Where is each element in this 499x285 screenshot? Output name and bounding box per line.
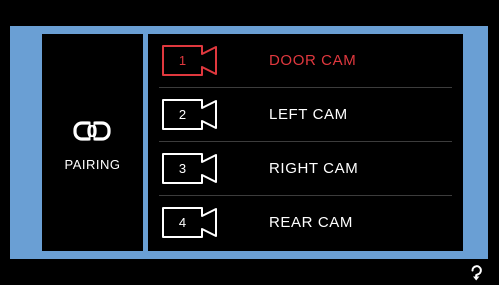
camera-row-left[interactable]: 2 LEFT CAM: [148, 88, 463, 142]
link-icon: [73, 120, 111, 142]
main-frame: PAIRING 1 DOOR CAM 2 LEFT CAM 3 RIGHT CA…: [10, 26, 488, 259]
bottom-bar: [10, 260, 488, 285]
camera-label: DOOR CAM: [269, 52, 357, 69]
top-bar: [10, 5, 488, 25]
camera-number: 3: [178, 161, 187, 176]
camera-number: 1: [178, 53, 187, 68]
camera-number: 2: [178, 107, 187, 122]
camera-label: REAR CAM: [269, 214, 353, 231]
camera-number: 4: [178, 215, 187, 230]
camera-row-right[interactable]: 3 RIGHT CAM: [148, 142, 463, 196]
camera-label: LEFT CAM: [269, 106, 348, 123]
camera-label: RIGHT CAM: [269, 160, 359, 177]
pairing-panel[interactable]: PAIRING: [42, 34, 143, 251]
camera-list: 1 DOOR CAM 2 LEFT CAM 3 RIGHT CAM 4 REAR…: [148, 34, 463, 251]
camera-row-door[interactable]: 1 DOOR CAM: [148, 34, 463, 88]
screen: PAIRING 1 DOOR CAM 2 LEFT CAM 3 RIGHT CA…: [0, 0, 499, 285]
refresh-icon[interactable]: [468, 264, 484, 282]
camera-row-rear[interactable]: 4 REAR CAM: [148, 196, 463, 250]
pairing-label: PAIRING: [64, 157, 121, 172]
